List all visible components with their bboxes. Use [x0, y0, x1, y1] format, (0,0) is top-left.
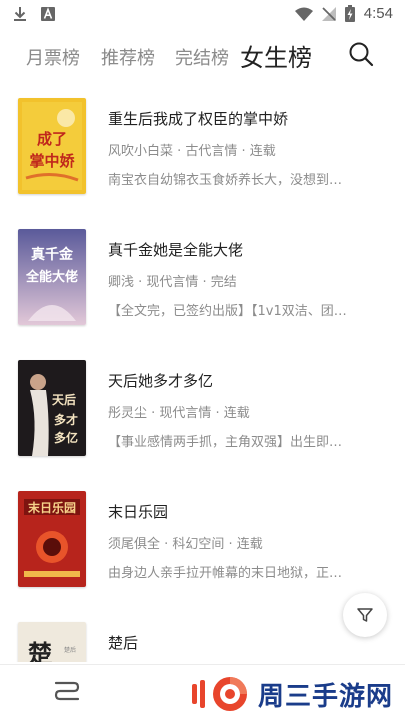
book-cover: 真千金 全能大佬	[18, 229, 86, 325]
book-title: 天后她多才多亿	[108, 372, 214, 390]
book-meta: 卿浅 · 现代言情 · 完结	[108, 275, 237, 290]
no-signal-icon	[321, 6, 336, 21]
download-icon	[14, 7, 26, 21]
book-description: 由身边人亲手拉开帷幕的末日地狱，正…	[108, 566, 343, 581]
bottom-bar: 周三手游网	[0, 664, 405, 720]
tab-completed[interactable]: 完结榜	[175, 44, 229, 70]
font-app-icon	[41, 7, 55, 21]
book-description: 【全文完，已签约出版】【1v1双洁、团…	[108, 304, 347, 319]
book-cover: 楚 楚后	[18, 622, 86, 662]
status-time: 4:54	[363, 5, 393, 22]
book-cover: 成了 掌中娇	[18, 98, 86, 194]
svg-text:全能大佬: 全能大佬	[25, 269, 78, 285]
ranking-tabs: 月票榜 推荐榜 完结榜 女生榜	[0, 38, 405, 78]
wifi-icon	[294, 7, 313, 21]
bookshelf-nav-icon[interactable]	[52, 679, 82, 705]
list-item[interactable]: 成了 掌中娇 重生后我成了权臣的掌中娇 风吹小白菜 · 古代言情 · 连载 南宝…	[0, 94, 405, 194]
svg-text:末日乐园: 末日乐园	[28, 500, 76, 515]
watermark-logo-icon	[192, 677, 247, 711]
book-title: 真千金她是全能大佬	[108, 241, 244, 259]
svg-text:天后: 天后	[52, 392, 76, 407]
filter-icon	[357, 608, 373, 622]
book-cover: 天后 多才 多亿	[18, 360, 86, 456]
list-item[interactable]: 天后 多才 多亿 天后她多才多亿 彤灵尘 · 现代言情 · 连载 【事业感情两手…	[0, 356, 405, 456]
book-meta: 风吹小白菜 · 古代言情 · 连载	[108, 144, 276, 159]
tab-female[interactable]: 女生榜	[240, 38, 312, 73]
tab-monthly-ticket[interactable]: 月票榜	[26, 44, 80, 70]
book-title: 末日乐园	[108, 503, 169, 521]
svg-text:多亿: 多亿	[54, 430, 78, 445]
list-item[interactable]: 末日乐园 末日乐园 须尾俱全 · 科幻空间 · 连载 由身边人亲手拉开帷幕的末日…	[0, 487, 405, 587]
book-meta: 须尾俱全 · 科幻空间 · 连载	[108, 537, 263, 552]
watermark-text: 周三手游网	[258, 681, 394, 712]
book-title: 重生后我成了权臣的掌中娇	[108, 110, 289, 128]
book-cover: 末日乐园	[18, 491, 86, 587]
book-meta: 彤灵尘 · 现代言情 · 连载	[108, 406, 250, 421]
status-bar: 4:54	[0, 0, 405, 30]
book-title: 楚后	[108, 634, 139, 652]
svg-text:掌中娇: 掌中娇	[29, 152, 75, 170]
battery-charging-icon	[344, 5, 355, 22]
book-list: 成了 掌中娇 重生后我成了权臣的掌中娇 风吹小白菜 · 古代言情 · 连载 南宝…	[0, 94, 405, 662]
book-description: 南宝衣自幼锦衣玉食娇养长大，没想到…	[108, 173, 343, 188]
svg-text:成了: 成了	[37, 130, 67, 148]
svg-text:楚: 楚	[28, 639, 52, 662]
book-description: 【事业感情两手抓，主角双强】出生即…	[108, 435, 343, 450]
svg-text:多才: 多才	[54, 412, 78, 427]
svg-text:真千金: 真千金	[31, 246, 74, 263]
search-icon[interactable]	[347, 40, 375, 68]
watermark-logo: 周三手游网	[190, 673, 393, 715]
svg-text:楚后: 楚后	[64, 646, 76, 654]
filter-button[interactable]	[343, 593, 387, 637]
tab-recommended[interactable]: 推荐榜	[101, 44, 155, 70]
list-item[interactable]: 真千金 全能大佬 真千金她是全能大佬 卿浅 · 现代言情 · 完结 【全文完，已…	[0, 225, 405, 325]
